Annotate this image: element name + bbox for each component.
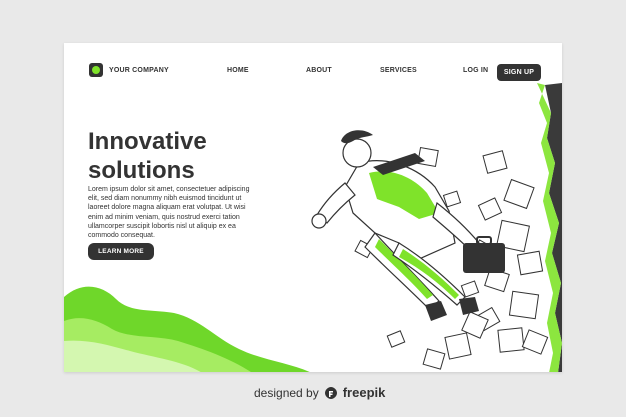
hero-title-line2: solutions xyxy=(88,157,195,184)
logo-icon xyxy=(89,63,103,77)
nav-home[interactable]: HOME xyxy=(227,67,249,74)
signup-button[interactable]: SIGN UP xyxy=(497,64,541,81)
nav-services[interactable]: SERVICES xyxy=(380,67,417,74)
freepik-logo-icon xyxy=(324,386,337,399)
businessman-breaking-wall-illustration xyxy=(311,83,562,372)
learn-more-button[interactable]: LEARN MORE xyxy=(88,243,154,260)
hero-body: Lorem ipsum dolor sit amet, consectetuer… xyxy=(88,186,250,240)
nav-about[interactable]: ABOUT xyxy=(306,67,332,74)
logo-text: YOUR COMPANY xyxy=(109,66,169,74)
company-logo[interactable]: YOUR COMPANY xyxy=(89,63,169,77)
credit-label: designed by xyxy=(254,385,319,400)
freepik-credit[interactable]: designed by freepik xyxy=(254,385,385,400)
credit-brand: freepik xyxy=(342,385,386,400)
landing-card: YOUR COMPANY HOME ABOUT SERVICES LOG IN … xyxy=(64,43,562,372)
nav-login[interactable]: LOG IN xyxy=(463,67,488,74)
hero-title-line1: Innovative xyxy=(88,128,207,155)
hero-title: Innovative solutions xyxy=(88,127,207,185)
